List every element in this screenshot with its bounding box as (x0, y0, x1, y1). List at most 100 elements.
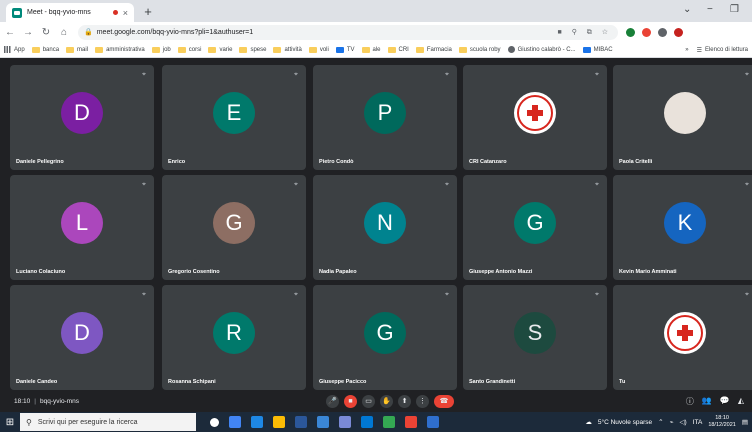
bookmark-folder[interactable]: scuola roby (458, 46, 501, 53)
participant-tile[interactable]: ⌖ CRI Catanzaro (463, 65, 607, 170)
chrome-icon[interactable] (273, 416, 285, 428)
maximize-button[interactable]: ❐ (730, 4, 739, 15)
tile-options-icon[interactable]: ⌖ (745, 181, 749, 189)
bookmark-folder[interactable]: amministrativa (95, 46, 145, 53)
drive-extension-icon[interactable] (626, 27, 635, 37)
more-options-button[interactable]: ⋮ (416, 395, 429, 408)
participant-tile[interactable]: ⌖ K Kevin Mario Amminati (613, 175, 752, 280)
captions-button[interactable]: ▭ (362, 395, 375, 408)
network-icon[interactable]: ⌁ (670, 418, 674, 426)
tray-overflow-icon[interactable]: ⌃ (658, 418, 663, 426)
teams-icon[interactable] (339, 416, 351, 428)
new-tab-button[interactable]: + (140, 4, 156, 20)
tab-search-button[interactable]: ⌄ (683, 4, 691, 15)
tile-options-icon[interactable]: ⌖ (294, 71, 298, 79)
notifications-icon[interactable]: ▤ (742, 418, 748, 426)
folder-icon (239, 46, 248, 53)
back-icon[interactable]: ← (2, 27, 18, 38)
microphone-button[interactable]: 🎤 (326, 395, 339, 408)
cortana-icon[interactable] (210, 418, 219, 427)
participant-tile[interactable]: ⌖ E Enrico (162, 65, 306, 170)
tile-options-icon[interactable]: ⌖ (445, 181, 449, 189)
bookmark-tv[interactable]: TV (335, 46, 355, 53)
office-icon[interactable] (405, 416, 417, 428)
tab-meet[interactable]: Meet - bqq-yvio-mns × (6, 3, 134, 22)
task-view-icon[interactable] (229, 416, 241, 428)
participant-tile[interactable]: ⌖ Tu (613, 285, 752, 390)
tile-options-icon[interactable]: ⌖ (294, 291, 298, 299)
participant-tile[interactable]: ⌖ S Santo Grandinetti (463, 285, 607, 390)
raise-hand-button[interactable]: ✋ (380, 395, 393, 408)
mail-icon[interactable] (317, 416, 329, 428)
home-icon[interactable]: ⌂ (56, 27, 72, 38)
edge-icon[interactable] (251, 416, 263, 428)
tile-options-icon[interactable]: ⌖ (294, 181, 298, 189)
participant-tile[interactable]: ⌖ R Rosanna Schipani (162, 285, 306, 390)
participant-tile[interactable]: ⌖ D Daniele Candeo (10, 285, 154, 390)
chat-icon[interactable]: 💬 (720, 396, 730, 407)
forward-icon[interactable]: → (20, 27, 36, 38)
bookmark-mibac[interactable]: MIBAC (582, 46, 613, 53)
bookmark-folder[interactable]: CRI (387, 46, 409, 53)
bookmark-folder[interactable]: voli (308, 46, 329, 53)
tile-options-icon[interactable]: ⌖ (445, 71, 449, 79)
bookmarks-overflow-button[interactable]: » (685, 47, 688, 53)
tile-options-icon[interactable]: ⌖ (142, 71, 146, 79)
extensions-puzzle-icon[interactable] (658, 27, 667, 37)
taskbar-search-box[interactable]: ⚲ Scrivi qui per eseguire la ricerca (20, 413, 196, 431)
tile-options-icon[interactable]: ⌖ (595, 71, 599, 79)
bookmark-folder[interactable]: ale (361, 46, 381, 53)
bookmark-folder[interactable]: job (151, 46, 171, 53)
bookmark-folder[interactable]: varie (208, 46, 232, 53)
participant-tile[interactable]: ⌖ P Pietro Condò (313, 65, 457, 170)
activities-icon[interactable]: ◭ (738, 396, 744, 407)
people-icon[interactable]: 👥 (702, 396, 712, 407)
minimize-button[interactable]: − (707, 4, 713, 15)
bookmark-site[interactable]: Giustino calabrò - C... (507, 46, 576, 53)
participant-tile[interactable]: ⌖ N Nadia Papaleo (313, 175, 457, 280)
reading-list-icon[interactable]: ☰ (697, 47, 702, 54)
tile-options-icon[interactable]: ⌖ (745, 291, 749, 299)
participant-tile[interactable]: ⌖ Paola Critelli (613, 65, 752, 170)
camera-off-button[interactable]: ■ (344, 395, 357, 408)
tile-options-icon[interactable]: ⌖ (445, 291, 449, 299)
tab-close-button[interactable]: × (123, 8, 128, 18)
leave-call-button[interactable]: ☎ (434, 395, 454, 408)
present-button[interactable]: ⬆ (398, 395, 411, 408)
bookmark-folder[interactable]: attività (273, 46, 302, 53)
bookmark-folder[interactable]: mail (66, 46, 88, 53)
weather-icon[interactable]: ☁ (585, 418, 592, 426)
participant-name: CRI Catanzaro (469, 159, 507, 165)
bookmark-folder[interactable]: corsi (177, 46, 201, 53)
word-icon[interactable] (295, 416, 307, 428)
participant-tile[interactable]: ⌖ G Giuseppe Antonio Mazzi (463, 175, 607, 280)
bookmark-apps[interactable]: App (4, 46, 25, 53)
taskbar-clock[interactable]: 18:10 18/12/2021 (708, 415, 736, 429)
windows-start-icon[interactable]: ⊞ (0, 417, 20, 428)
participant-tile[interactable]: ⌖ L Luciano Colaciuno (10, 175, 154, 280)
extension-red-icon[interactable] (642, 27, 651, 37)
tile-options-icon[interactable]: ⌖ (142, 181, 146, 189)
maps-icon[interactable] (383, 416, 395, 428)
info-icon[interactable]: ⓘ (686, 396, 694, 407)
folder-app-icon[interactable] (427, 416, 439, 428)
participant-tile[interactable]: ⌖ G Giuseppe Pacicco (313, 285, 457, 390)
tile-options-icon[interactable]: ⌖ (142, 291, 146, 299)
bookmark-folder[interactable]: Farmacia (415, 46, 452, 53)
profile-avatar-icon[interactable] (674, 27, 683, 37)
skype-icon[interactable] (361, 416, 373, 428)
weather-text[interactable]: 5°C Nuvole sparse (598, 419, 652, 426)
address-bar-actions-icon[interactable]: ■ ⚲ ⧉ ☆ (558, 28, 612, 37)
address-bar[interactable]: 🔒 meet.google.com/bqq-yvio-mns?pli=1&aut… (78, 24, 618, 40)
tile-options-icon[interactable]: ⌖ (745, 71, 749, 79)
bookmark-folder[interactable]: banca (31, 46, 59, 53)
tile-options-icon[interactable]: ⌖ (595, 291, 599, 299)
participant-tile[interactable]: ⌖ G Gregorio Cosentino (162, 175, 306, 280)
reading-list-button[interactable]: Elenco di lettura (705, 47, 748, 53)
language-indicator[interactable]: ITA (693, 419, 703, 426)
reload-icon[interactable]: ↻ (38, 27, 54, 38)
participant-tile[interactable]: ⌖ D Daniele Pellegrino (10, 65, 154, 170)
volume-icon[interactable]: ◁) (680, 418, 687, 426)
tile-options-icon[interactable]: ⌖ (595, 181, 599, 189)
bookmark-folder[interactable]: spese (239, 46, 266, 53)
